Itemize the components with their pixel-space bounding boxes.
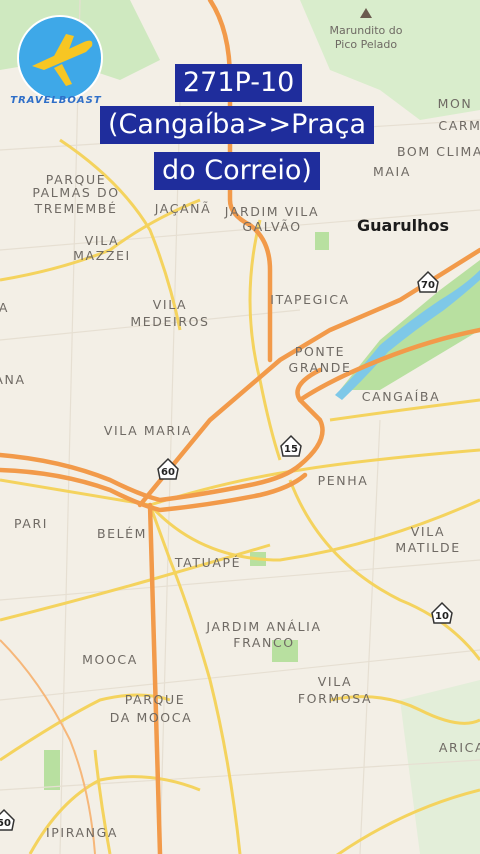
area-label-carm: CARM [438,118,480,133]
svg-text:10: 10 [435,611,449,622]
area-label-mon: MON [438,96,473,111]
logo-text: TRAVELBOAST [10,95,102,106]
area-label-medeiros-2: MEDEIROS [130,314,209,329]
route-title-line-3: do Correio) [154,152,320,190]
area-label-left-a: A [0,300,9,315]
area-label-analia-1: JARDIM ANÁLIA [205,619,321,634]
peak-label-1: Marundito do [330,24,403,37]
park-small-4 [315,232,329,250]
area-label-vila-maria: VILA MARIA [104,423,192,438]
area-label-penha: PENHA [318,473,369,488]
area-label-palmas-2: PALMAS DO [32,185,119,200]
svg-text:60: 60 [161,467,175,478]
svg-text:70: 70 [421,280,435,291]
route-title: 271P-10 (Cangaíba>>Praça do Correio) [100,64,390,205]
area-label-mazzei-1: VILA [85,233,119,248]
area-label-bom-clima: BOM CLIMA [397,144,480,159]
peak-label-2: Pico Pelado [335,38,398,51]
svg-text:15: 15 [284,444,298,455]
area-label-left-ana: ANA [0,372,26,387]
area-label-pmooca-1: PARQUE [125,692,185,707]
area-label-galvao-1: JARDIM VILA [224,204,319,219]
area-label-analia-2: FRANCO [233,635,294,650]
area-label-arica: ARICA [439,740,480,755]
city-label-guarulhos: Guarulhos [357,216,449,235]
area-label-ponte-1: PONTE [295,344,345,359]
area-label-pmooca-2: DA MOOCA [110,710,192,725]
area-label-cangaiba: CANGAÍBA [362,389,440,404]
area-label-ponte-2: GRANDE [289,360,352,375]
svg-text:50: 50 [0,818,11,829]
route-title-line-2: (Cangaíba>>Praça [100,106,375,144]
area-label-mazzei-2: MAZZEI [73,248,131,263]
area-label-galvao-2: GALVÃO [242,219,301,234]
area-label-formosa-1: VILA [318,674,352,689]
park-small-3 [44,750,60,790]
area-label-belem: BELÉM [97,526,147,541]
area-label-medeiros-1: VILA [153,297,187,312]
route-title-line-1: 271P-10 [175,64,303,102]
area-label-mooca: MOOCA [82,652,138,667]
area-label-tatuape: TATUAPÉ [174,555,241,570]
area-label-matilde-2: MATILDE [395,540,460,555]
area-label-palmas-3: TREMEMBÉ [34,201,118,216]
area-label-matilde-1: VILA [411,524,445,539]
area-label-itapegica: ITAPEGICA [270,292,349,307]
area-label-ipiranga: IPIRANGA [46,825,118,840]
area-label-pari: PARI [14,516,48,531]
area-label-formosa-2: FORMOSA [298,691,372,706]
airplane-icon [17,15,103,101]
